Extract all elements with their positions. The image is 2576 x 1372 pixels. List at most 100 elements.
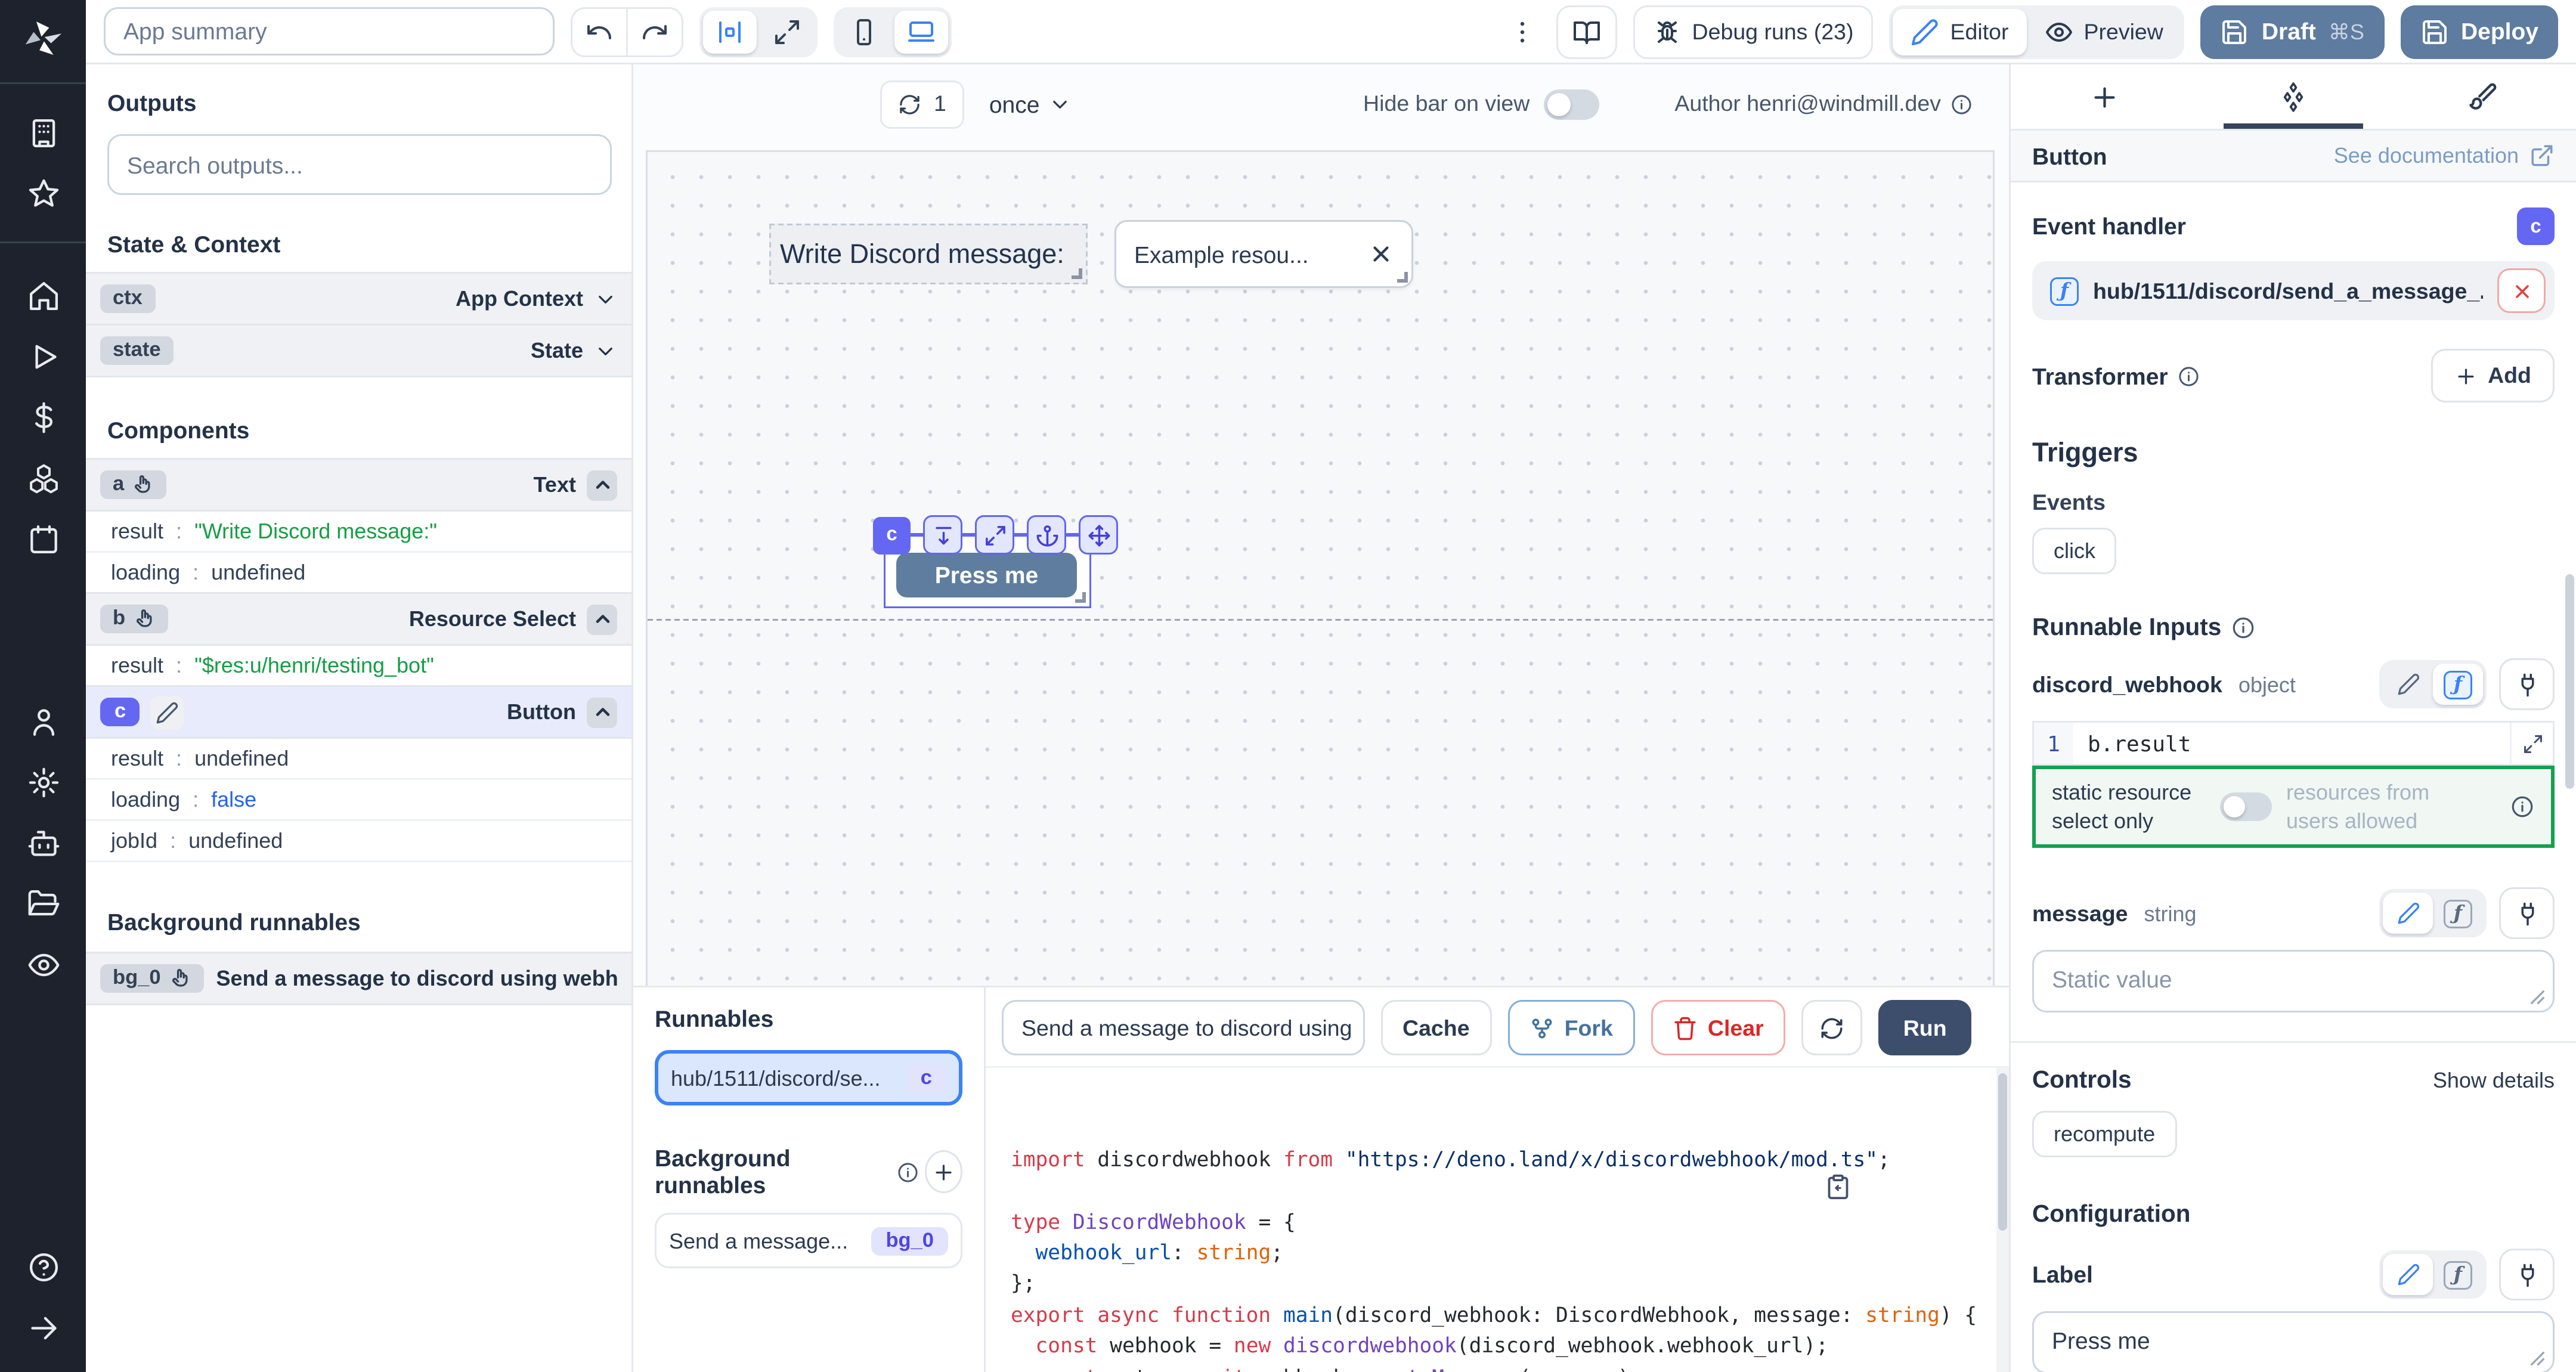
settings-tabs xyxy=(2011,64,2576,129)
search-outputs-input[interactable] xyxy=(107,134,612,195)
info-icon[interactable] xyxy=(2230,615,2255,640)
expand-down-icon[interactable] xyxy=(923,515,962,555)
nav-home-icon[interactable] xyxy=(0,265,86,326)
mobile-view-icon[interactable] xyxy=(837,10,891,53)
nav-settings-gear-icon[interactable] xyxy=(0,751,86,812)
draft-button[interactable]: Draft⌘S xyxy=(2201,5,2384,58)
background-runnable-row[interactable]: bg_0 Send a message to discord using web… xyxy=(86,952,631,1005)
fork-button[interactable]: Fork xyxy=(1507,1000,1634,1055)
press-me-button[interactable]: Press me xyxy=(896,553,1077,597)
collapse-icon[interactable] xyxy=(587,697,617,727)
nav-help-icon[interactable] xyxy=(0,1236,86,1297)
nav-variables-dollar-icon[interactable] xyxy=(0,386,86,447)
refresh-count-button[interactable]: 1 xyxy=(880,80,964,128)
center-canvas-icon[interactable] xyxy=(703,10,757,53)
fullscreen-component-icon[interactable] xyxy=(975,515,1014,555)
copy-code-icon[interactable] xyxy=(1825,1111,1973,1200)
nav-collapse-arrow-icon[interactable] xyxy=(0,1297,86,1358)
expression-mode-icon[interactable]: ƒ xyxy=(2433,893,2483,934)
static-pencil-icon[interactable] xyxy=(2383,1255,2433,1296)
anchor-icon[interactable] xyxy=(1027,515,1066,555)
event-handler-runnable[interactable]: ƒ hub/1511/discord/send_a_message_... xyxy=(2032,261,2555,320)
expression-mode-icon[interactable]: ƒ xyxy=(2433,664,2483,705)
info-icon[interactable] xyxy=(1950,92,1973,116)
info-icon[interactable] xyxy=(2177,364,2200,388)
component-row-a[interactable]: a Text xyxy=(86,458,631,512)
more-menu-icon[interactable] xyxy=(1504,17,1540,46)
collapse-icon[interactable] xyxy=(587,470,617,500)
desktop-view-icon[interactable] xyxy=(894,10,948,53)
nav-audit-eye-icon[interactable] xyxy=(0,934,86,995)
nav-resources-cubes-icon[interactable] xyxy=(0,447,86,508)
info-icon[interactable] xyxy=(2510,795,2535,820)
connect-plug-icon[interactable] xyxy=(2499,658,2555,710)
nav-divider xyxy=(0,241,86,243)
redo-icon[interactable] xyxy=(628,8,682,55)
nav-schedules-calendar-icon[interactable] xyxy=(0,508,86,569)
clear-button[interactable]: Clear xyxy=(1651,1000,1785,1055)
canvas-layout-group xyxy=(699,7,818,57)
message-static-value-input[interactable]: Static value xyxy=(2032,950,2555,1013)
resize-handle[interactable] xyxy=(2529,990,2546,1006)
output-kv: result:undefined xyxy=(86,739,631,780)
tab-insert-component[interactable] xyxy=(2011,64,2199,129)
refresh-script-icon[interactable] xyxy=(1801,1000,1862,1055)
nav-workers-robot-icon[interactable] xyxy=(0,812,86,873)
nav-folders-icon[interactable] xyxy=(0,873,86,934)
expand-editor-icon[interactable] xyxy=(2510,723,2553,764)
tab-editor[interactable]: Editor xyxy=(1893,8,2027,55)
info-icon[interactable] xyxy=(896,1160,919,1184)
static-pencil-icon[interactable] xyxy=(2383,893,2433,934)
tab-component-settings[interactable] xyxy=(2199,64,2388,129)
output-row-state[interactable]: state State xyxy=(86,324,631,377)
show-details-link[interactable]: Show details xyxy=(2433,1068,2555,1093)
run-button[interactable]: Run xyxy=(1878,1000,1972,1055)
function-icon: ƒ xyxy=(2444,900,2472,928)
nav-users-icon[interactable] xyxy=(0,690,86,751)
add-background-runnable-button[interactable] xyxy=(924,1150,962,1193)
see-documentation-link[interactable]: See documentation xyxy=(2334,143,2555,168)
resize-handle[interactable] xyxy=(2529,1351,2546,1367)
nav-runs-play-icon[interactable] xyxy=(0,326,86,386)
expression-mode-icon[interactable]: ƒ xyxy=(2433,1255,2483,1296)
nav-favorites-star-icon[interactable] xyxy=(0,163,86,224)
undo-icon[interactable] xyxy=(572,8,626,55)
connect-plug-icon[interactable] xyxy=(2499,1249,2555,1301)
debug-runs-button[interactable]: Debug runs (23) xyxy=(1633,5,1874,58)
clear-x-icon[interactable] xyxy=(1368,241,1394,267)
recompute-chip[interactable]: recompute xyxy=(2032,1111,2176,1158)
windmill-logo-icon[interactable] xyxy=(20,16,66,68)
trash-icon xyxy=(1672,1015,1697,1040)
component-row-b[interactable]: b Resource Select xyxy=(86,592,631,646)
run-mode-dropdown[interactable]: once xyxy=(989,91,1072,117)
deploy-button[interactable]: Deploy xyxy=(2400,5,2558,58)
tab-preview[interactable]: Preview xyxy=(2026,8,2181,55)
code-scrollbar[interactable] xyxy=(1996,1068,2009,1372)
collapse-icon[interactable] xyxy=(587,604,617,634)
docs-book-icon[interactable] xyxy=(1556,5,1617,58)
expression-value[interactable]: b.result xyxy=(2073,723,2510,764)
hide-bar-toggle[interactable] xyxy=(1544,89,1599,119)
settings-scrollbar[interactable] xyxy=(2565,64,2576,1372)
move-icon[interactable] xyxy=(1079,515,1118,555)
app-summary-input[interactable] xyxy=(104,7,555,55)
cache-button[interactable]: Cache xyxy=(1381,1000,1491,1055)
runnable-item-selected[interactable]: hub/1511/discord/se... c xyxy=(655,1050,962,1105)
settings-diamonds-icon xyxy=(2277,80,2309,113)
fullscreen-icon[interactable] xyxy=(760,10,814,53)
nav-workspace-icon[interactable] xyxy=(0,102,86,163)
component-row-c-selected[interactable]: c Button xyxy=(86,685,631,739)
label-value-input[interactable]: Press me xyxy=(2032,1312,2555,1372)
text-component[interactable]: Write Discord message: xyxy=(769,224,1088,284)
add-transformer-button[interactable]: Add xyxy=(2431,349,2555,402)
tab-styling[interactable] xyxy=(2388,64,2576,129)
background-runnable-item[interactable]: Send a message... bg_0 xyxy=(655,1213,962,1268)
connect-plug-icon[interactable] xyxy=(2499,888,2555,940)
resource-mode-toggle[interactable] xyxy=(2220,793,2272,822)
script-name-input[interactable]: Send a message to discord using xyxy=(1002,1000,1365,1055)
code-editor[interactable]: import discordwebhook from "https://deno… xyxy=(986,1066,2009,1372)
static-pencil-icon[interactable] xyxy=(2383,664,2433,705)
output-row-ctx[interactable]: ctx App Context xyxy=(86,272,631,326)
resource-select-component[interactable]: Example resou... xyxy=(1114,220,1413,288)
remove-handler-icon[interactable] xyxy=(2497,268,2546,313)
